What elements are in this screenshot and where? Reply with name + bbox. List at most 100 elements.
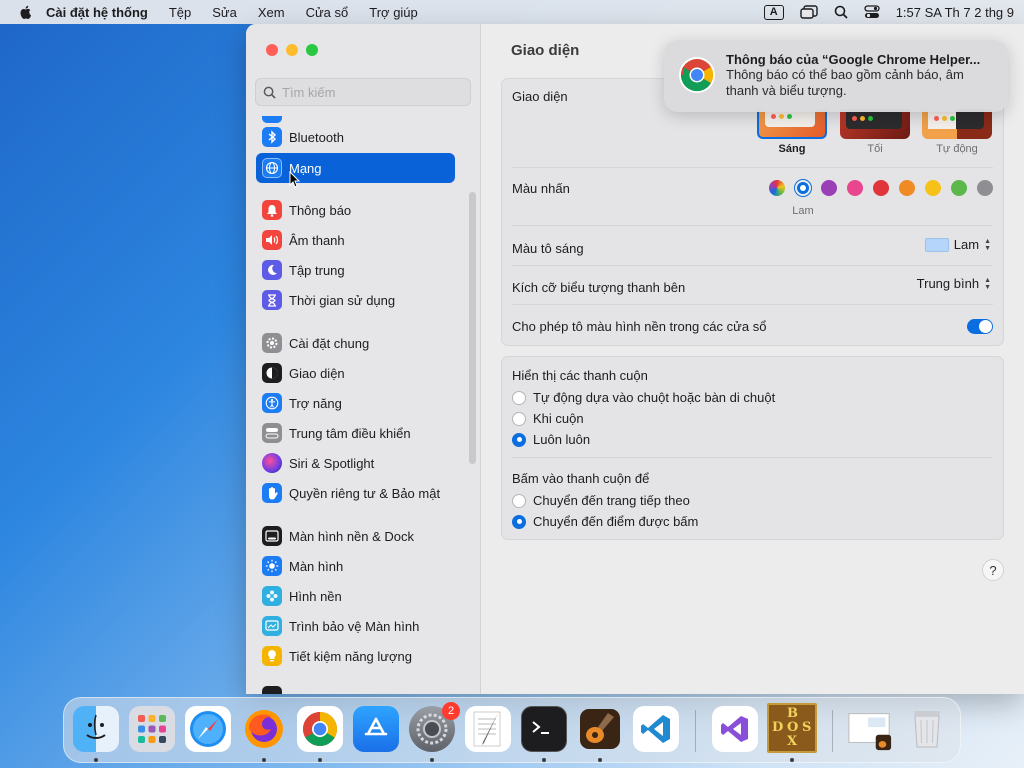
highlight-color-popup[interactable]: Lam ▲ ▼ (924, 237, 991, 252)
search-input[interactable] (282, 84, 452, 100)
sidebar-item-notifications[interactable]: Thông báo (256, 195, 455, 225)
vscode-icon[interactable] (633, 706, 679, 752)
theme-auto-option[interactable] (922, 109, 992, 139)
accent-red-option[interactable] (873, 180, 889, 196)
theme-light-option[interactable] (757, 109, 827, 139)
close-window-button[interactable] (266, 44, 278, 56)
radio-label: Chuyển đến điểm được bấm (533, 514, 699, 529)
highlight-swatch (924, 237, 949, 252)
sidebar-item-general[interactable]: Cài đặt chung (256, 328, 455, 358)
theme-dark-option[interactable] (840, 109, 910, 139)
sidebar-item-bluetooth[interactable]: Bluetooth (256, 122, 455, 152)
radio-click-jump-spot[interactable]: Chuyển đến điểm được bấm (512, 514, 698, 529)
radio-scroll-auto[interactable]: Tự động dựa vào chuột hoặc bàn di chuột (512, 390, 775, 405)
app-store-icon[interactable] (353, 706, 399, 752)
sidebar-item-label: Thời gian sử dụng (289, 292, 396, 308)
sidebar-scrollbar[interactable] (469, 192, 476, 464)
chevron-updown-icon: ▲ ▼ (984, 237, 991, 252)
radio-scroll-when-scrolling[interactable]: Khi cuộn (512, 411, 584, 426)
theme-dark-label: Tối (867, 143, 883, 155)
stage-manager-icon[interactable] (800, 5, 818, 19)
spotlight-search-icon[interactable] (834, 5, 848, 19)
sidebar-item-label: Bluetooth (289, 129, 344, 145)
speaker-icon (262, 230, 282, 250)
sidebar-item-desktop-dock[interactable]: Màn hình nền & Dock (256, 521, 455, 551)
sidebar-item-control-center[interactable]: Trung tâm điều khiển (256, 418, 455, 448)
garageband-icon[interactable] (577, 706, 623, 752)
accent-purple-option[interactable] (821, 180, 837, 196)
accent-graphite-option[interactable] (977, 180, 993, 196)
radio-button-selected[interactable] (512, 514, 526, 529)
accent-blue-option[interactable] (795, 180, 811, 196)
terminal-icon[interactable] (521, 706, 567, 752)
menu-window[interactable]: Cửa sổ (306, 5, 349, 20)
accent-green-option[interactable] (951, 180, 967, 196)
scrollbar-card: Hiển thị các thanh cuộn Tự động dựa vào … (501, 356, 1004, 540)
input-source-indicator[interactable]: A (763, 4, 784, 20)
sidebar-item-sound[interactable]: Âm thanh (256, 225, 455, 255)
dosbox-icon[interactable]: B D O S X (767, 703, 817, 753)
accent-selected-name: Lam (792, 205, 814, 217)
radio-click-next-page[interactable]: Chuyển đến trang tiếp theo (512, 493, 690, 508)
zoom-window-button[interactable] (306, 44, 318, 56)
radio-button[interactable] (512, 493, 526, 508)
apple-logo-icon[interactable] (18, 4, 34, 20)
theme-auto-label: Tự động (936, 143, 978, 155)
minimize-window-button[interactable] (286, 44, 298, 56)
sidebar-item-privacy-security[interactable]: Quyền riêng tư & Bảo mật (256, 478, 455, 508)
sidebar-icon-size-popup[interactable]: Trung bình ▲ ▼ (917, 276, 991, 291)
firefox-icon[interactable] (241, 706, 287, 752)
finder-icon[interactable] (73, 706, 119, 752)
menu-view[interactable]: Xem (258, 5, 285, 20)
appearance-icon (262, 363, 282, 383)
partial-icon (262, 686, 282, 694)
notification-banner[interactable]: Thông báo của “Google Chrome Helper... T… (664, 40, 1008, 112)
sidebar-item-focus[interactable]: Tập trung (256, 255, 455, 285)
control-center-menu-icon[interactable] (864, 5, 880, 19)
sidebar-item-label: Cài đặt chung (289, 335, 370, 351)
hourglass-icon (262, 290, 282, 310)
menu-app-name[interactable]: Cài đặt hệ thống (46, 5, 148, 20)
safari-icon[interactable] (185, 706, 231, 752)
chrome-dock-icon[interactable] (297, 706, 343, 752)
trash-icon[interactable] (904, 706, 950, 752)
radio-button[interactable] (512, 411, 526, 426)
sidebar-search[interactable] (255, 78, 471, 106)
wallpaper-tint-toggle[interactable] (967, 319, 993, 334)
sidebar: Bluetooth Mạng Thông báo Âm thanh Tập (246, 24, 481, 694)
highlight-color-label: Màu tô sáng (512, 241, 584, 256)
chrome-icon (679, 57, 715, 93)
accent-pink-option[interactable] (847, 180, 863, 196)
sidebar-item-screensaver[interactable]: Trình bảo vệ Màn hình (256, 611, 455, 641)
accent-yellow-option[interactable] (925, 180, 941, 196)
visual-studio-icon[interactable] (712, 706, 758, 752)
bulb-icon (262, 646, 282, 666)
menu-clock[interactable]: 1:57 SA Th 7 2 thg 9 (896, 5, 1014, 20)
radio-button-selected[interactable] (512, 432, 526, 447)
launchpad-icon[interactable] (129, 706, 175, 752)
help-button[interactable]: ? (982, 559, 1004, 581)
radio-button[interactable] (512, 390, 526, 405)
radio-scroll-always[interactable]: Luôn luôn (512, 432, 590, 447)
sidebar-item-energy-saver[interactable]: Tiết kiệm năng lượng (256, 641, 455, 671)
accent-multicolor-option[interactable] (769, 180, 785, 196)
hand-icon (262, 483, 282, 503)
sidebar-item-appearance[interactable]: Giao diện (256, 358, 455, 388)
menu-help[interactable]: Trợ giúp (369, 5, 418, 20)
sidebar-item-label: Thông báo (289, 202, 352, 218)
menu-edit[interactable]: Sửa (212, 5, 237, 20)
content-pane: Giao diện Giao diện Sáng Tối Tự động Màu… (481, 24, 1024, 694)
menu-file[interactable]: Tệp (169, 5, 191, 20)
sidebar-item-displays[interactable]: Màn hình (256, 551, 455, 581)
accent-orange-option[interactable] (899, 180, 915, 196)
sidebar-item-label: Tập trung (289, 262, 345, 278)
sidebar-item-accessibility[interactable]: Trợ năng (256, 388, 455, 418)
recent-document-icon[interactable] (847, 706, 893, 752)
sidebar-item-wallpaper[interactable]: Hình nền (256, 581, 455, 611)
sidebar-item-siri-spotlight[interactable]: Siri & Spotlight (256, 448, 455, 478)
accent-color-label: Màu nhấn (512, 181, 570, 196)
textedit-icon[interactable] (465, 706, 511, 752)
sidebar-item-screen-time[interactable]: Thời gian sử dụng (256, 285, 455, 315)
sidebar-item-network[interactable]: Mạng (256, 153, 455, 183)
notification-badge: 2 (442, 702, 460, 720)
